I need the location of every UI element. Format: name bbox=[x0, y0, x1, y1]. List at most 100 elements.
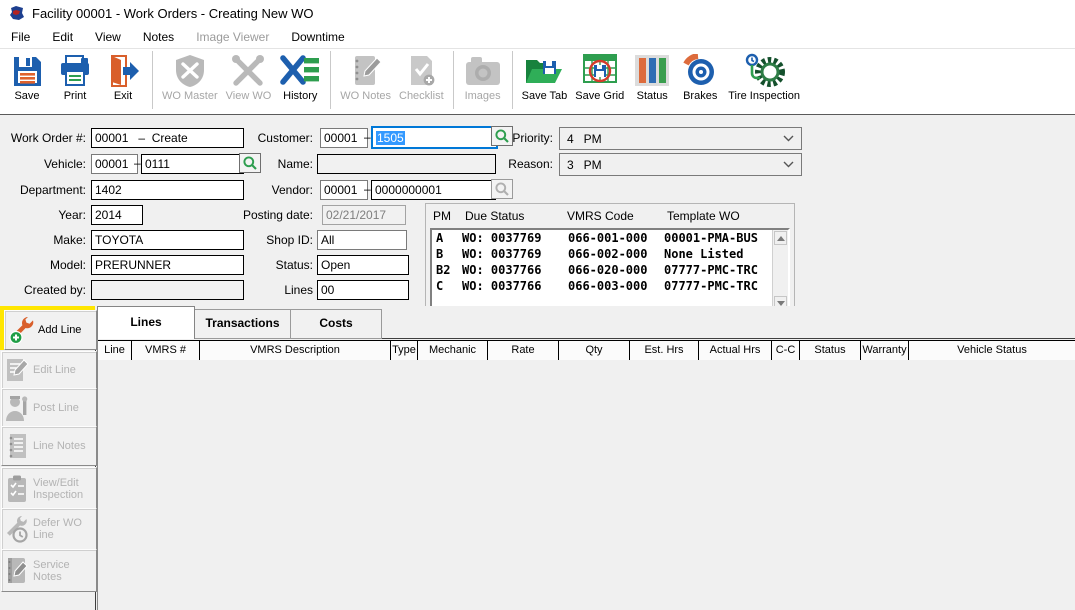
name-label: Name: bbox=[225, 156, 313, 172]
shop-id-label: Shop ID: bbox=[225, 232, 313, 248]
model-label: Model: bbox=[0, 257, 86, 273]
defer-wo-line-button[interactable]: Defer WO Line bbox=[1, 508, 97, 550]
col-header-mechanic: Mechanic bbox=[418, 341, 488, 360]
exit-door-icon bbox=[106, 52, 140, 90]
toolbar-button-label: View WO bbox=[226, 91, 272, 102]
wo-notes-button[interactable]: WO Notes bbox=[336, 49, 395, 102]
vmrs-code-col-header: VMRS Code bbox=[567, 209, 667, 223]
tools-list-icon bbox=[279, 52, 321, 90]
scroll-up-button[interactable] bbox=[774, 231, 787, 245]
priority-label: Priority: bbox=[496, 130, 553, 146]
department-label: Department: bbox=[0, 182, 86, 198]
pm-list-row[interactable]: B2 WO: 0037766 066-020-000 07777-PMC-TRC bbox=[432, 262, 788, 278]
reason-value: 3 PM bbox=[567, 158, 602, 172]
toolbar-button-label: Images bbox=[465, 91, 501, 102]
priority-dropdown[interactable]: 4 PM bbox=[559, 127, 802, 150]
dash-separator: – bbox=[364, 128, 371, 146]
make-field[interactable]: TOYOTA bbox=[91, 230, 244, 250]
toolbar-button-label: Save Tab bbox=[522, 91, 568, 102]
pm-list-row[interactable]: B WO: 0037769 066-002-000 None Listed bbox=[432, 246, 788, 262]
model-field[interactable]: PRERUNNER bbox=[91, 255, 244, 275]
created-by-field[interactable] bbox=[91, 280, 244, 300]
wrench-clock-icon bbox=[4, 514, 30, 544]
post-line-button[interactable]: Post Line bbox=[1, 388, 97, 427]
search-icon bbox=[494, 181, 510, 197]
department-field[interactable]: 1402 bbox=[91, 180, 244, 200]
pm-cell: C bbox=[436, 278, 462, 294]
pm-list-scrollbar[interactable] bbox=[772, 230, 788, 311]
year-field[interactable]: 2014 bbox=[91, 205, 143, 225]
status-field[interactable]: Open bbox=[317, 255, 409, 275]
checklist-button[interactable]: Checklist bbox=[395, 49, 448, 102]
menu-file[interactable]: File bbox=[0, 28, 41, 46]
vendor-search-button[interactable] bbox=[491, 179, 513, 199]
brakes-button[interactable]: Brakes bbox=[676, 49, 724, 102]
menu-view[interactable]: View bbox=[84, 28, 132, 46]
save-tab-button[interactable]: Save Tab bbox=[518, 49, 572, 102]
service-notes-button[interactable]: Service Notes bbox=[1, 549, 97, 592]
menu-downtime[interactable]: Downtime bbox=[280, 28, 355, 46]
pm-list-row[interactable]: A WO: 0037769 066-001-000 00001-PMA-BUS bbox=[432, 230, 788, 246]
folder-floppy-icon bbox=[523, 52, 565, 90]
due-status-col-header: Due Status bbox=[465, 209, 567, 223]
menu-image-viewer[interactable]: Image Viewer bbox=[185, 28, 280, 46]
lines-field[interactable]: 00 bbox=[317, 280, 409, 300]
dash-separator: – bbox=[364, 180, 371, 198]
view-wo-button[interactable]: View WO bbox=[222, 49, 276, 102]
grid-body-empty bbox=[98, 360, 1075, 610]
save-grid-button[interactable]: Save Grid bbox=[571, 49, 628, 102]
exit-button[interactable]: Exit bbox=[99, 49, 147, 102]
customer-number-field[interactable]: 1505 bbox=[371, 126, 498, 149]
line-actions-sidebar: Add Line Edit Line Post Line Line N bbox=[0, 306, 95, 610]
tire-inspection-button[interactable]: Tire Inspection bbox=[724, 49, 804, 102]
notepad-icon bbox=[4, 432, 30, 460]
tab-transactions[interactable]: Transactions bbox=[194, 309, 291, 339]
sidebar-button-label: View/Edit Inspection bbox=[33, 477, 94, 501]
work-order-field[interactable]: 00001 – Create bbox=[91, 128, 244, 148]
col-header-line: Line bbox=[98, 341, 132, 360]
lines-grid-panel: Line VMRS # VMRS Description Type Mechan… bbox=[95, 338, 1075, 610]
toolbar: Save Print Exit WO Master View WO bbox=[0, 48, 1075, 116]
status-button[interactable]: Status bbox=[628, 49, 676, 102]
pm-cell: B2 bbox=[436, 262, 462, 278]
camera-icon bbox=[463, 52, 503, 90]
priority-value: 4 PM bbox=[567, 132, 602, 146]
line-notes-button[interactable]: Line Notes bbox=[1, 426, 97, 466]
work-order-label: Work Order #: bbox=[0, 130, 86, 146]
pm-list-row[interactable]: C WO: 0037766 066-003-000 07777-PMC-TRC bbox=[432, 278, 788, 294]
edit-line-button[interactable]: Edit Line bbox=[1, 351, 97, 389]
floppy-icon bbox=[10, 52, 44, 90]
toolbar-button-label: Status bbox=[637, 91, 668, 102]
history-button[interactable]: History bbox=[275, 49, 325, 102]
vendor-number-field[interactable]: 0000000001 bbox=[371, 180, 496, 200]
images-button[interactable]: Images bbox=[459, 49, 507, 102]
reason-dropdown[interactable]: 3 PM bbox=[559, 153, 802, 176]
status-label: Status: bbox=[225, 257, 313, 273]
sidebar-button-label: Line Notes bbox=[33, 440, 94, 452]
vmrs-cell: 066-003-000 bbox=[568, 278, 664, 294]
tab-lines[interactable]: Lines bbox=[97, 306, 195, 339]
toolbar-button-label: Print bbox=[64, 91, 87, 102]
save-button[interactable]: Save bbox=[3, 49, 51, 102]
toolbar-button-label: Exit bbox=[114, 91, 132, 102]
sidebar-button-label: Post Line bbox=[33, 402, 94, 414]
pm-due-status-list[interactable]: A WO: 0037769 066-001-000 00001-PMA-BUS … bbox=[430, 228, 790, 313]
tab-costs[interactable]: Costs bbox=[290, 309, 382, 339]
print-button[interactable]: Print bbox=[51, 49, 99, 102]
col-header-qty: Qty bbox=[559, 341, 630, 360]
customer-label: Customer: bbox=[225, 130, 313, 146]
shield-tools-icon bbox=[172, 52, 208, 90]
wo-master-button[interactable]: WO Master bbox=[158, 49, 222, 102]
col-header-vmrs-description: VMRS Description bbox=[200, 341, 391, 360]
vendor-facility-field[interactable]: 00001 bbox=[320, 180, 368, 200]
add-line-button[interactable]: Add Line bbox=[4, 310, 97, 350]
vehicle-label: Vehicle: bbox=[0, 156, 86, 172]
shop-id-field[interactable]: All bbox=[317, 230, 407, 250]
vehicle-facility-field[interactable]: 00001 bbox=[91, 154, 138, 174]
view-edit-inspection-button[interactable]: View/Edit Inspection bbox=[1, 467, 97, 510]
sidebar-button-label: Service Notes bbox=[33, 559, 94, 583]
menu-notes[interactable]: Notes bbox=[132, 28, 185, 46]
pm-col-header: PM bbox=[433, 209, 465, 223]
customer-facility-field[interactable]: 00001 bbox=[320, 128, 368, 148]
menu-edit[interactable]: Edit bbox=[41, 28, 84, 46]
